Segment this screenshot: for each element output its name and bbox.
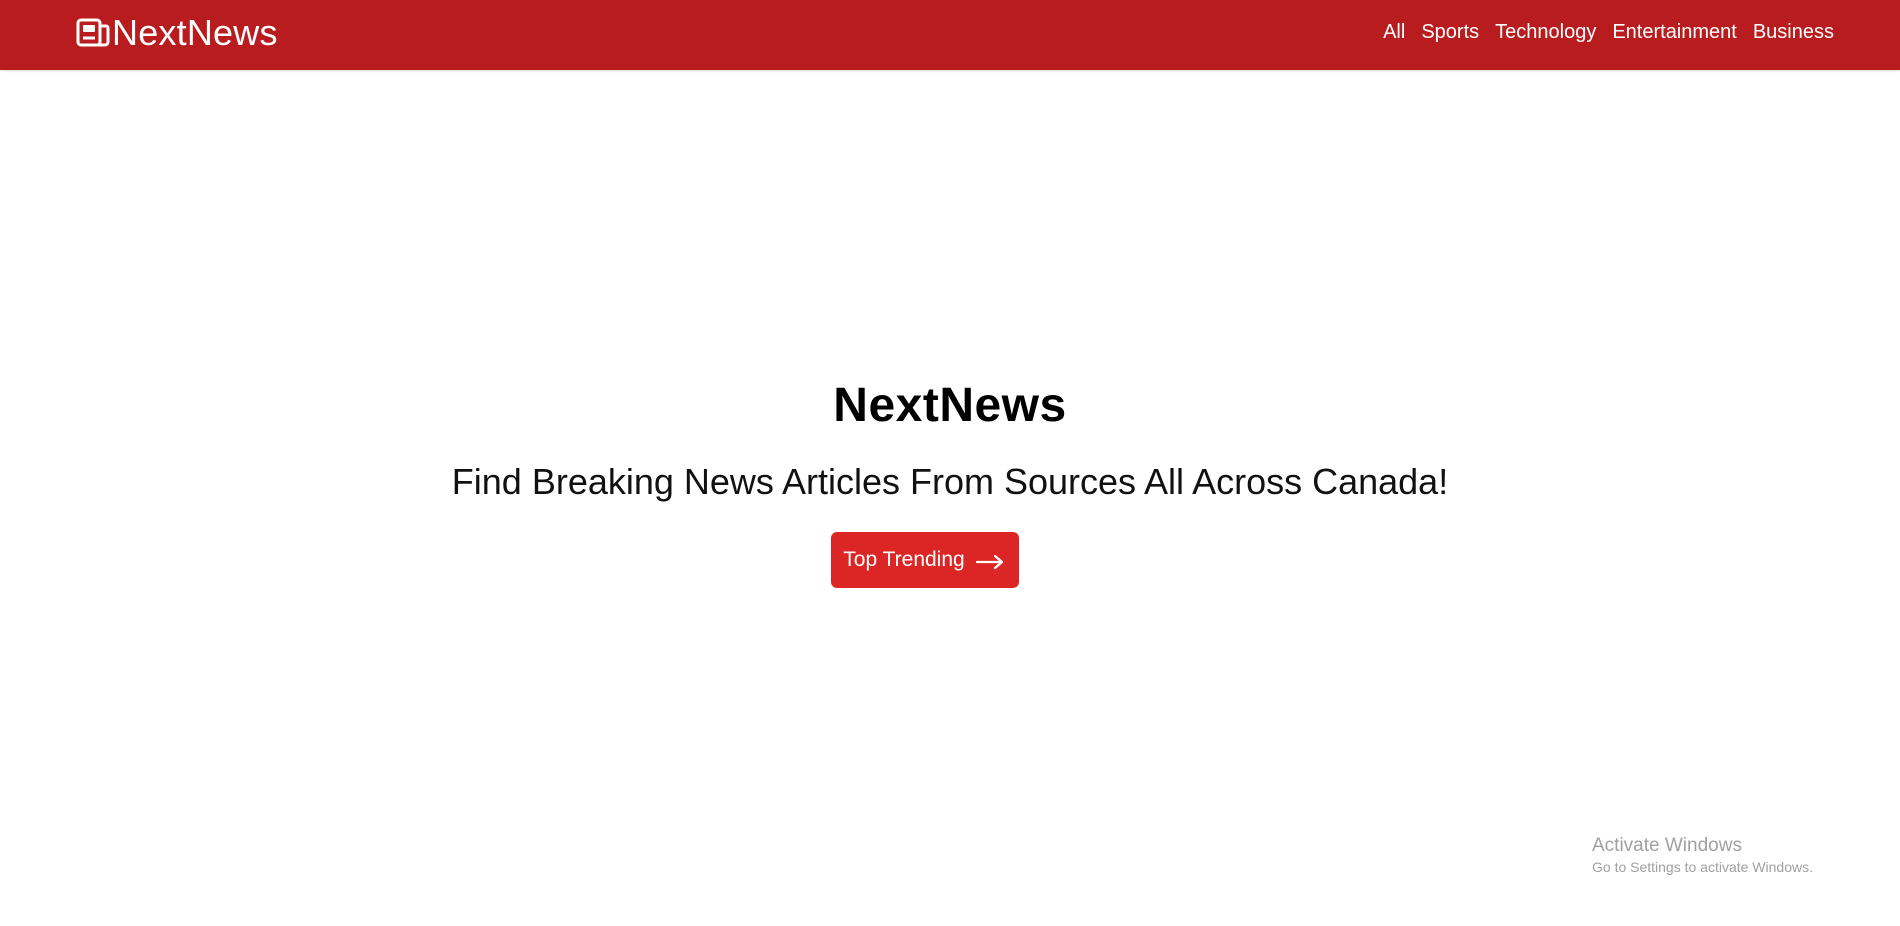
top-trending-button[interactable]: Top Trending <box>831 532 1019 588</box>
hero-title: NextNews <box>833 379 1067 432</box>
windows-activation-watermark: Activate Windows Go to Settings to activ… <box>1592 834 1813 876</box>
brand-name: NextNews <box>112 12 278 53</box>
navbar: NextNews All Sports Technology Entertain… <box>0 0 1900 70</box>
nav-link-sports[interactable]: Sports <box>1421 20 1479 44</box>
arrow-right-icon <box>975 552 1005 570</box>
hero-subtitle: Find Breaking News Articles From Sources… <box>451 461 1449 502</box>
nav-link-entertainment[interactable]: Entertainment <box>1612 20 1737 44</box>
brand-logo-link[interactable]: NextNews <box>76 12 278 54</box>
cta-container: Top Trending <box>0 532 1900 588</box>
watermark-title: Activate Windows <box>1592 835 1742 856</box>
nav-link-business[interactable]: Business <box>1753 20 1834 44</box>
nav-link-technology[interactable]: Technology <box>1495 20 1596 44</box>
watermark-subtitle: Go to Settings to activate Windows. <box>1592 859 1813 875</box>
newspaper-icon <box>76 17 110 49</box>
nav-links: All Sports Technology Entertainment Busi… <box>1383 20 1834 44</box>
top-trending-label: Top Trending <box>843 548 965 571</box>
nav-link-all[interactable]: All <box>1383 20 1405 44</box>
